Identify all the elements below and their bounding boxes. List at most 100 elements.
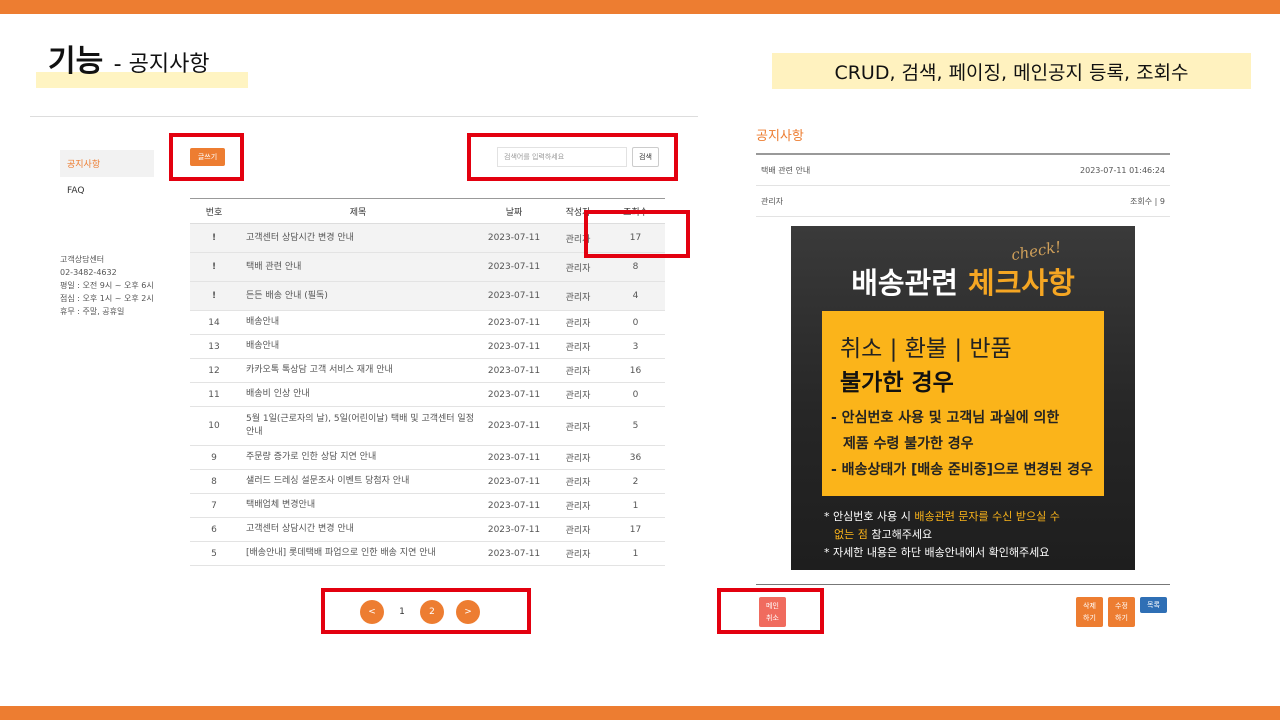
poster-bullet-1: - 안심번호 사용 및 고객님 과실에 의한 [831, 410, 1060, 426]
row-title[interactable]: 배송비 인상 안내 [238, 382, 478, 407]
highlight-search [467, 133, 678, 181]
row-title[interactable]: 택배업체 변경안내 [238, 493, 478, 518]
table-row[interactable]: 8 샐러드 드레싱 설문조사 이벤트 당첨자 안내 2023-07-11 관리자 2 [190, 469, 665, 494]
post-datetime: 2023-07-11 01:46:24 [1080, 165, 1165, 175]
table-row[interactable]: 7 택배업체 변경안내 2023-07-11 관리자 1 [190, 493, 665, 518]
pinned-icon: ! [190, 252, 238, 282]
feature-summary: CRUD, 검색, 페이징, 메인공지 등록, 조회수 [772, 53, 1251, 89]
row-views: 36 [606, 445, 665, 470]
top-accent-bar [0, 0, 1280, 14]
contact-line: 점심 : 오후 1시 ~ 오후 2시 [60, 294, 154, 303]
row-views: 3 [606, 334, 665, 359]
contact-line: 휴무 : 주말, 공휴일 [60, 307, 125, 316]
pinned-icon: ! [190, 281, 238, 311]
row-views: 5 [606, 406, 665, 446]
row-date: 2023-07-11 [478, 358, 550, 383]
bottom-accent-bar [0, 706, 1280, 720]
row-title[interactable]: 든든 배송 안내 (필독) [238, 281, 478, 311]
poster-note-1b: 배송관련 문자를 수신 받으실 수 [914, 510, 1060, 523]
table-row[interactable]: 5 [배송안내] 롯데택배 파업으로 인한 배송 지연 안내 2023-07-11 관… [190, 541, 665, 566]
row-title[interactable]: 5월 1일(근로자의 날), 5일(어린이날) 택배 및 고객센터 일정 안내 [238, 406, 478, 446]
row-author: 관리자 [550, 493, 606, 518]
pinned-notice-row[interactable]: ! 든든 배송 안내 (필독) 2023-07-11 관리자 4 [190, 281, 665, 311]
contact-line: 평일 : 오전 9시 ~ 오후 6시 [60, 281, 154, 290]
post-title-row: 택배 관련 안내 2023-07-11 01:46:24 [756, 155, 1170, 186]
contact-line: 고객상담센터 [60, 255, 105, 264]
poster-note-3: * 자세한 내용은 하단 배송안내에서 확인해주세요 [824, 546, 1050, 559]
edit-label-1: 수정 [1115, 602, 1128, 610]
row-title[interactable]: 고객센터 상담시간 변경 안내 [238, 517, 478, 542]
row-date: 2023-07-11 [478, 310, 550, 335]
row-date: 2023-07-11 [478, 281, 550, 311]
poster-line-2: 불가한 경우 [840, 370, 954, 396]
row-title[interactable]: 고객센터 상담시간 변경 안내 [238, 223, 478, 253]
poster-headline-b: 체크사항 [968, 266, 1075, 300]
highlight-pagination [321, 588, 531, 634]
row-views: 1 [606, 493, 665, 518]
row-views: 4 [606, 281, 665, 311]
row-title[interactable]: 카카오톡 톡상담 고객 서비스 재개 안내 [238, 358, 478, 383]
row-title[interactable]: 배송안내 [238, 334, 478, 359]
customer-center-info: 고객상담센터 02-3482-4632 평일 : 오전 9시 ~ 오후 6시 점… [60, 253, 154, 318]
pinned-icon: ! [190, 223, 238, 253]
table-row[interactable]: 6 고객센터 상담시간 변경 안내 2023-07-11 관리자 17 [190, 517, 665, 542]
delete-button[interactable]: 삭제 하기 [1076, 597, 1103, 627]
row-title[interactable]: [배송안내] 롯데택배 파업으로 인한 배송 지연 안내 [238, 541, 478, 566]
delete-label-1: 삭제 [1083, 602, 1096, 610]
edit-button[interactable]: 수정 하기 [1108, 597, 1135, 627]
row-views: 0 [606, 310, 665, 335]
row-author: 관리자 [550, 334, 606, 359]
row-author: 관리자 [550, 406, 606, 446]
row-views: 2 [606, 469, 665, 494]
row-number: 8 [190, 469, 238, 494]
contact-line: 02-3482-4632 [60, 268, 117, 277]
row-number: 9 [190, 445, 238, 470]
row-number: 7 [190, 493, 238, 518]
row-date: 2023-07-11 [478, 469, 550, 494]
poster-note-2b: 참고해주세요 [867, 528, 933, 541]
sidebar-item-faq[interactable]: FAQ [60, 177, 154, 204]
col-header-number: 번호 [190, 198, 238, 224]
row-date: 2023-07-11 [478, 445, 550, 470]
row-title[interactable]: 주문량 증가로 인한 상담 지연 안내 [238, 445, 478, 470]
post-title: 택배 관련 안내 [761, 165, 811, 175]
row-views: 17 [606, 517, 665, 542]
table-row[interactable]: 11 배송비 인상 안내 2023-07-11 관리자 0 [190, 382, 665, 407]
row-date: 2023-07-11 [478, 517, 550, 542]
slide-title-main: 기능 [48, 44, 104, 79]
poster-bullet-2: 제품 수령 불가한 경우 [843, 436, 974, 452]
row-number: 14 [190, 310, 238, 335]
col-header-title: 제목 [238, 198, 478, 224]
post-meta-row: 관리자 조회수 | 9 [756, 186, 1170, 217]
row-title[interactable]: 샐러드 드레싱 설문조사 이벤트 당첨자 안내 [238, 469, 478, 494]
sidebar-item-notice[interactable]: 공지사항 [60, 150, 154, 177]
row-number: 13 [190, 334, 238, 359]
row-author: 관리자 [550, 358, 606, 383]
row-number: 12 [190, 358, 238, 383]
table-row[interactable]: 14 배송안내 2023-07-11 관리자 0 [190, 310, 665, 335]
col-header-date: 날짜 [478, 198, 550, 224]
table-row[interactable]: 13 배송안내 2023-07-11 관리자 3 [190, 334, 665, 359]
poster-note-2a: 없는 점 [834, 528, 868, 541]
list-button[interactable]: 목록 [1140, 597, 1167, 613]
table-row[interactable]: 9 주문량 증가로 인한 상담 지연 안내 2023-07-11 관리자 36 [190, 445, 665, 470]
row-title[interactable]: 배송안내 [238, 310, 478, 335]
table-row[interactable]: 10 5월 1일(근로자의 날), 5일(어린이날) 택배 및 고객센터 일정 안… [190, 406, 665, 446]
row-author: 관리자 [550, 517, 606, 542]
row-author: 관리자 [550, 310, 606, 335]
row-views: 1 [606, 541, 665, 566]
row-author: 관리자 [550, 382, 606, 407]
detail-page-title: 공지사항 [756, 129, 804, 144]
row-title[interactable]: 택배 관련 안내 [238, 252, 478, 282]
row-author: 관리자 [550, 469, 606, 494]
row-date: 2023-07-11 [478, 334, 550, 359]
row-date: 2023-07-11 [478, 406, 550, 446]
row-date: 2023-07-11 [478, 223, 550, 253]
table-row[interactable]: 12 카카오톡 톡상담 고객 서비스 재개 안내 2023-07-11 관리자 16 [190, 358, 665, 383]
delete-label-2: 하기 [1083, 614, 1096, 622]
row-date: 2023-07-11 [478, 382, 550, 407]
poster-note-2: 없는 점 참고해주세요 [834, 526, 932, 542]
post-author: 관리자 [761, 196, 784, 206]
highlight-write-button [169, 133, 244, 181]
slide-title: 기능 - 공지사항 [48, 36, 210, 80]
